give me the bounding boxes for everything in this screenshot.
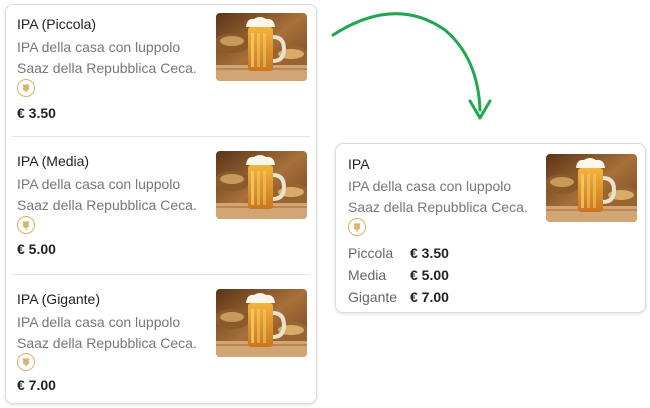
beer-mug-photo bbox=[546, 154, 637, 222]
size-row-gigante[interactable]: Gigante € 7.00 bbox=[348, 286, 449, 308]
size-label: Gigante bbox=[348, 289, 398, 305]
size-price-list: Piccola € 3.50 Media € 5.00 Gigante € 7.… bbox=[348, 242, 449, 308]
size-label: Media bbox=[348, 267, 387, 283]
size-price: € 7.00 bbox=[410, 289, 449, 305]
item-description: IPA della casa con luppolo Saaz della Re… bbox=[348, 178, 528, 215]
size-label: Piccola bbox=[348, 245, 394, 261]
size-price: € 5.00 bbox=[410, 267, 449, 283]
size-row-media[interactable]: Media € 5.00 bbox=[348, 264, 449, 286]
merged-item-card[interactable]: IPA IPA della casa con luppolo Saaz dell… bbox=[335, 143, 646, 313]
size-price: € 3.50 bbox=[410, 245, 449, 261]
item-name: IPA bbox=[348, 156, 370, 172]
size-row-piccola[interactable]: Piccola € 3.50 bbox=[348, 242, 449, 264]
wheat-icon bbox=[348, 218, 366, 236]
